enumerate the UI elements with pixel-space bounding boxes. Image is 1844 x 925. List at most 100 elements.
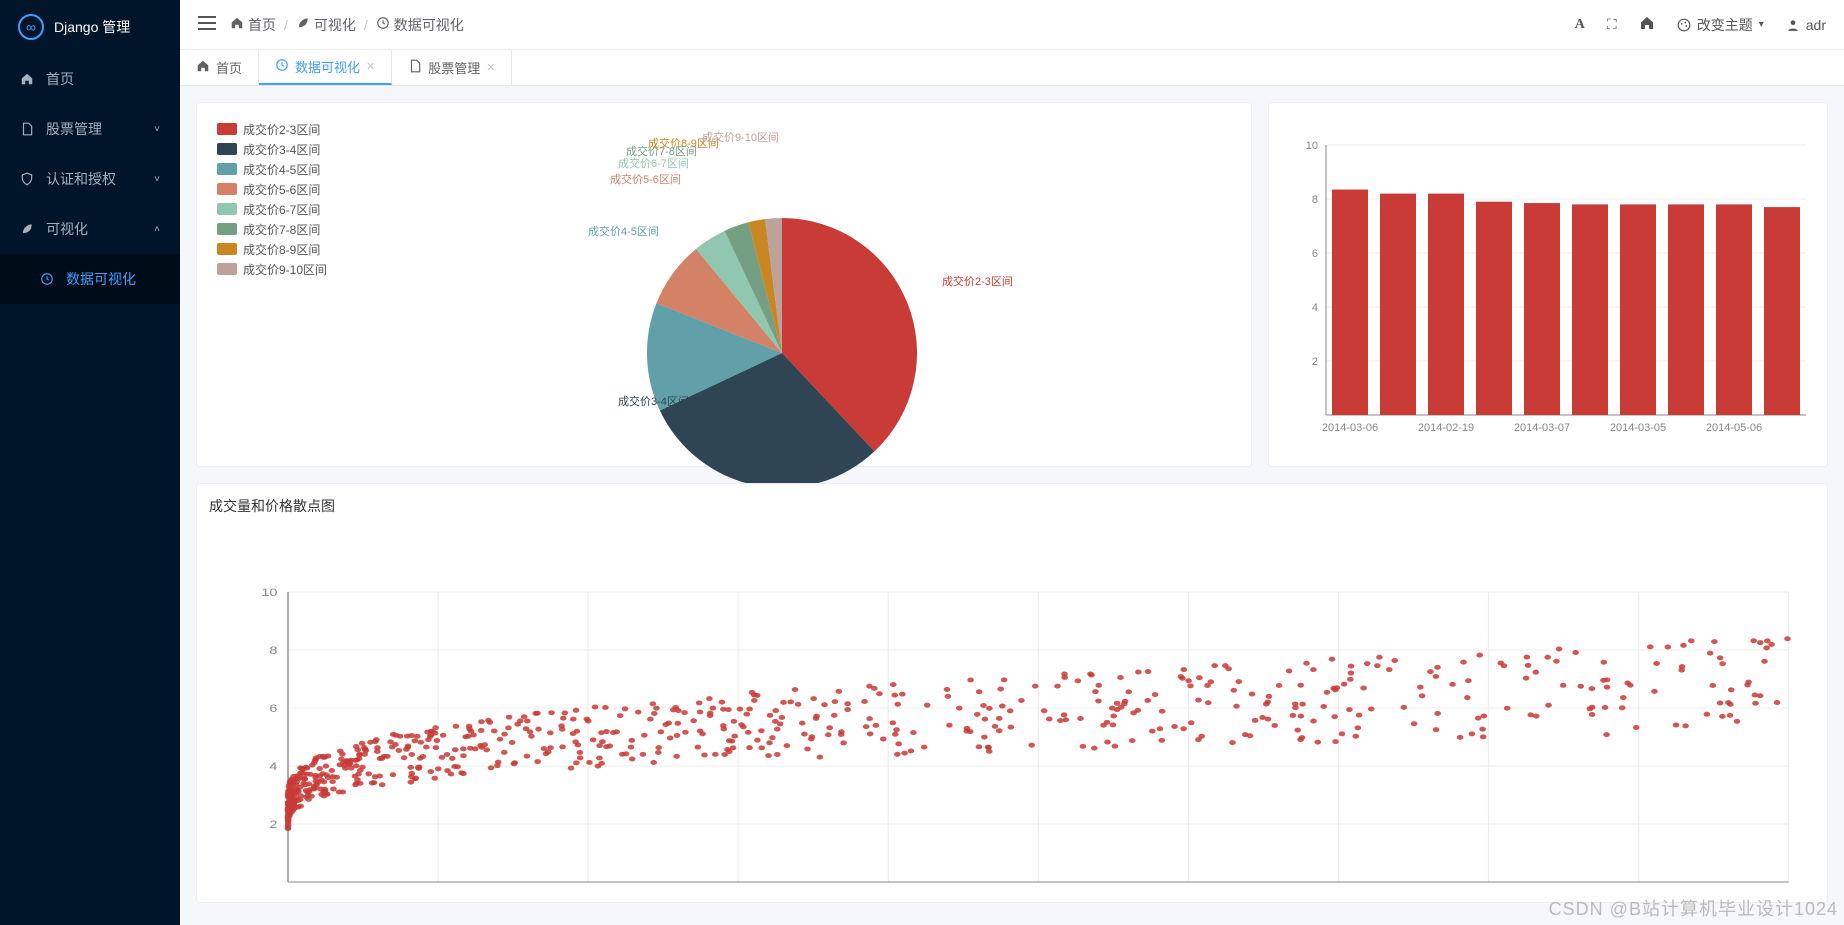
home-icon[interactable] [1639,15,1655,34]
shield-icon [20,172,34,186]
clock-icon [275,58,289,75]
svg-text:10: 10 [261,586,277,599]
tab-label: 数据可视化 [295,57,360,76]
scatter-chart: 2 4 6 8 10 [209,522,1815,902]
sidebar-item-label: 股票管理 [46,119,102,139]
legend-item[interactable]: 成交价7-8区间 [217,219,327,239]
svg-text:2014-03-05: 2014-03-05 [1610,422,1666,434]
legend-item[interactable]: 成交价9-10区间 [217,259,327,279]
svg-text:2014-02-19: 2014-02-19 [1418,422,1474,434]
user-icon [1786,18,1800,32]
legend-swatch [217,143,237,155]
breadcrumb-item[interactable]: 首页 [230,15,276,35]
legend-item[interactable]: 成交价8-9区间 [217,239,327,259]
breadcrumb-item[interactable]: 可视化 [296,15,356,35]
legend-label: 成交价4-5区间 [243,161,320,178]
pie-slice-label: 成交价4-5区间 [588,223,659,239]
user-button[interactable]: adr [1786,17,1826,33]
legend-swatch [217,223,237,235]
legend-label: 成交价2-3区间 [243,121,320,138]
legend-swatch [217,163,237,175]
menu-toggle-icon[interactable] [198,16,216,33]
legend-label: 成交价8-9区间 [243,241,320,258]
legend-item[interactable]: 成交价2-3区间 [217,119,327,139]
svg-text:2014-03-06: 2014-03-06 [1322,422,1378,434]
file-icon [20,122,34,136]
legend-swatch [217,243,237,255]
pie-slice-label: 成交价2-3区间 [942,273,1013,289]
font-icon[interactable]: A [1575,17,1585,33]
close-icon[interactable]: ✕ [486,61,495,74]
svg-text:2: 2 [269,818,277,831]
tab-2[interactable]: 股票管理✕ [392,50,512,85]
clock-icon [376,16,390,33]
tab-1[interactable]: 数据可视化 ✕ [259,50,392,85]
legend-item[interactable]: 成交价5-6区间 [217,179,327,199]
svg-text:2014-05-06: 2014-05-06 [1706,422,1762,434]
sidebar-item-label: 数据可视化 [66,269,136,289]
sidebar-item-0[interactable]: 首页 [0,54,180,104]
legend-label: 成交价9-10区间 [243,261,327,278]
legend-swatch [217,263,237,275]
chevron-down-icon: ▾ [1759,19,1764,30]
svg-text:10: 10 [1306,140,1318,152]
home-icon [20,72,34,86]
chevron-down-icon: ˅ [154,174,160,185]
theme-button[interactable]: 改变主题 ▾ [1677,15,1764,35]
chevron-up-icon: ˄ [154,224,160,235]
breadcrumb: 首页/可视化/数据可视化 [230,15,464,35]
pie-chart [642,213,922,493]
sidebar-item-2[interactable]: 认证和授权 ˅ [0,154,180,204]
fullscreen-icon[interactable]: ⛶ [1607,16,1617,33]
leaf-icon [296,16,310,33]
svg-text:8: 8 [1312,194,1318,206]
tabs-bar: 首页数据可视化✕股票管理✕ [180,50,1844,86]
palette-icon [1677,18,1691,32]
home-icon [196,59,210,76]
theme-label: 改变主题 [1697,15,1753,35]
legend-swatch [217,183,237,195]
chevron-down-icon: ˅ [154,124,160,135]
svg-text:6: 6 [1312,248,1318,260]
close-icon[interactable]: ✕ [366,60,375,73]
user-label: adr [1806,17,1826,33]
topbar: 首页/可视化/数据可视化 A ⛶ 改变主题 ▾ adr [180,0,1844,50]
legend-label: 成交价3-4区间 [243,141,320,158]
legend-item[interactable]: 成交价3-4区间 [217,139,327,159]
legend-swatch [217,203,237,215]
svg-text:4: 4 [1312,302,1318,314]
logo-icon: ∞ [18,14,44,40]
scatter-chart-card: 成交量和价格散点图 2 4 6 8 10 [196,483,1828,903]
sidebar-item-label: 认证和授权 [46,169,116,189]
legend-item[interactable]: 成交价4-5区间 [217,159,327,179]
tab-0[interactable]: 首页 [180,50,259,85]
pie-slice-label: 成交价5-6区间 [610,171,681,187]
svg-text:6: 6 [269,702,277,715]
legend-item[interactable]: 成交价6-7区间 [217,199,327,219]
sidebar-item-4[interactable]: 数据可视化 [0,254,180,304]
legend-swatch [217,123,237,135]
legend-label: 成交价5-6区间 [243,181,320,198]
pie-legend: 成交价2-3区间成交价3-4区间成交价4-5区间成交价5-6区间成交价6-7区间… [217,119,327,279]
sidebar-item-label: 可视化 [46,219,88,239]
brand-logo: ∞ Django 管理 [0,0,180,54]
bar-chart: 2468102014-03-062014-02-192014-03-072014… [1281,115,1817,455]
svg-text:8: 8 [269,644,277,657]
home-icon [230,16,244,33]
scatter-title: 成交量和价格散点图 [209,496,1815,516]
breadcrumb-sep: / [284,17,288,33]
sidebar-item-3[interactable]: 可视化 ˄ [0,204,180,254]
content-area: 成交价2-3区间成交价3-4区间成交价4-5区间成交价5-6区间成交价6-7区间… [180,86,1844,925]
svg-text:2014-03-07: 2014-03-07 [1514,422,1570,434]
svg-text:4: 4 [269,760,277,773]
pie-chart-card: 成交价2-3区间成交价3-4区间成交价4-5区间成交价5-6区间成交价6-7区间… [196,102,1252,467]
legend-label: 成交价6-7区间 [243,201,320,218]
brand-text: Django 管理 [54,17,130,37]
watermark: CSDN @B站计算机毕业设计1024 [1549,895,1838,921]
sidebar-item-1[interactable]: 股票管理 ˅ [0,104,180,154]
sidebar-item-label: 首页 [46,69,74,89]
breadcrumb-item[interactable]: 数据可视化 [376,15,464,35]
legend-label: 成交价7-8区间 [243,221,320,238]
file-icon [408,59,422,76]
pie-slice-label: 成交价9-10区间 [702,129,779,145]
